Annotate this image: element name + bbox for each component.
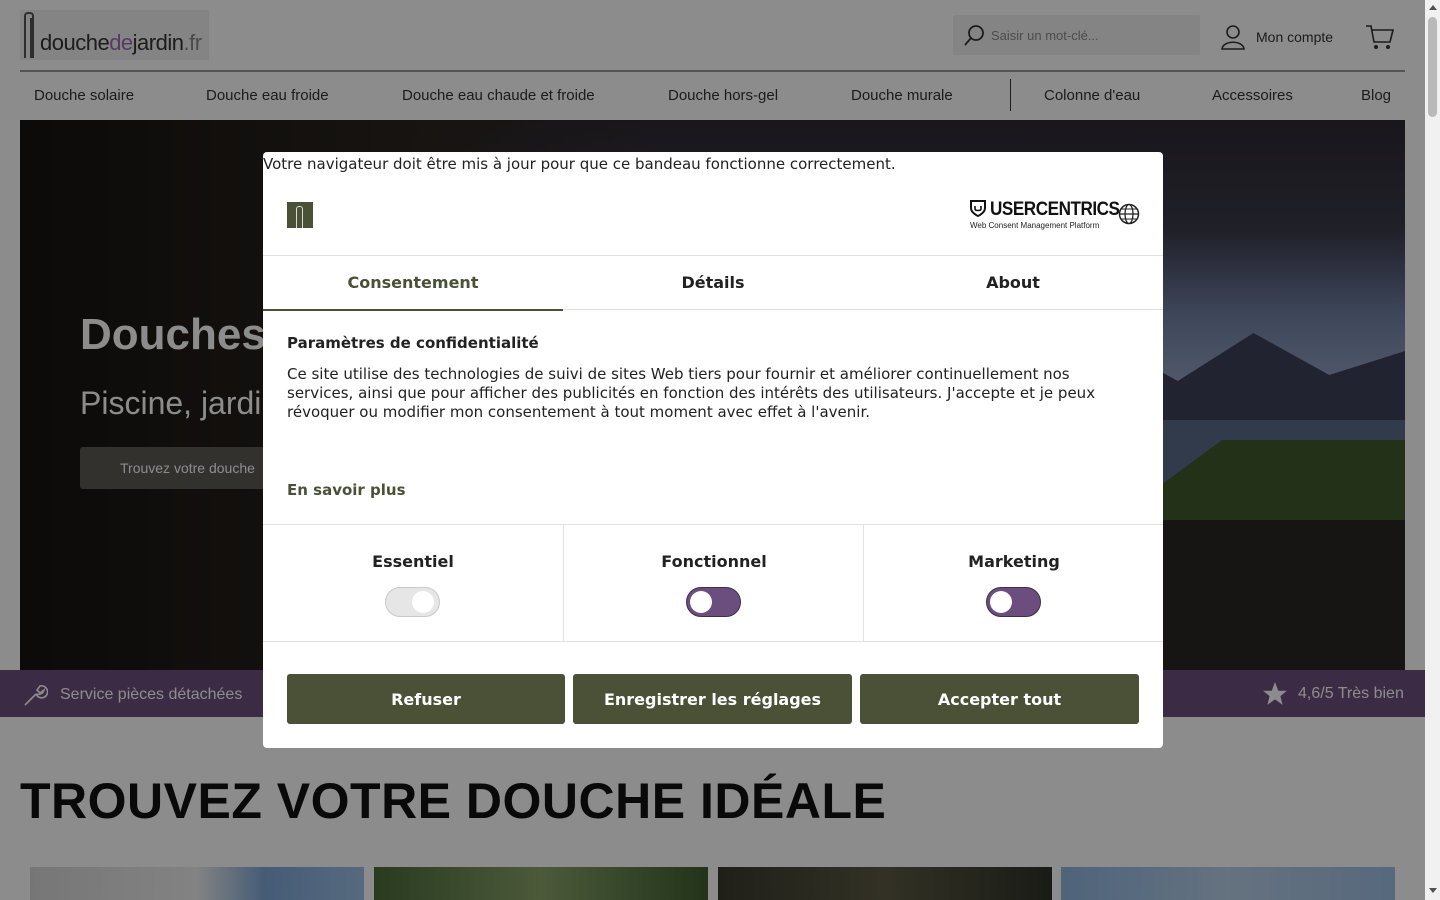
- language-globe-icon[interactable]: [1118, 203, 1140, 225]
- marketing-toggle[interactable]: [986, 587, 1041, 617]
- essentiel-toggle: [385, 587, 440, 617]
- category-fonctionnel: Fonctionnel: [563, 525, 863, 642]
- privacy-body: Ce site utilise des technologies de suiv…: [287, 365, 1096, 421]
- accept-all-button[interactable]: Accepter tout: [860, 674, 1139, 724]
- category-label: Marketing: [968, 552, 1060, 571]
- provider-tagline: Web Consent Management Platform: [970, 221, 1100, 230]
- consent-modal: Votre navigateur doit être mis à jour po…: [263, 152, 1163, 748]
- category-essentiel: Essentiel: [263, 525, 563, 642]
- learn-more-link[interactable]: En savoir plus: [287, 481, 406, 499]
- provider-name: USERCENTRICS: [990, 199, 1120, 220]
- scroll-up-arrow-icon[interactable]: [1429, 5, 1437, 10]
- save-settings-button[interactable]: Enregistrer les réglages: [573, 674, 852, 724]
- privacy-heading: Paramètres de confidentialité: [287, 334, 539, 352]
- consent-content: Paramètres de confidentialité Ce site ut…: [287, 334, 1139, 422]
- fonctionnel-toggle[interactable]: [686, 587, 741, 617]
- scroll-down-arrow-icon[interactable]: [1429, 888, 1437, 893]
- category-label: Fonctionnel: [661, 552, 767, 571]
- shield-icon: [970, 200, 986, 217]
- consent-categories: Essentiel Fonctionnel Marketing: [263, 524, 1163, 642]
- page-scrollbar[interactable]: [1425, 0, 1440, 900]
- refuse-button[interactable]: Refuser: [287, 674, 565, 724]
- tab-about[interactable]: About: [863, 256, 1163, 310]
- category-label: Essentiel: [372, 552, 454, 571]
- consent-actions: Refuser Enregistrer les réglages Accepte…: [287, 674, 1139, 724]
- tab-details[interactable]: Détails: [563, 256, 863, 310]
- browser-warning: Votre navigateur doit être mis à jour po…: [263, 155, 896, 173]
- consent-tabs: Consentement Détails About: [263, 255, 1163, 311]
- tab-consentement[interactable]: Consentement: [263, 256, 563, 311]
- site-brand-icon: [287, 202, 313, 228]
- category-marketing: Marketing: [863, 525, 1163, 642]
- usercentrics-logo: USERCENTRICS Web Consent Management Plat…: [970, 199, 1120, 231]
- scroll-thumb[interactable]: [1428, 17, 1437, 117]
